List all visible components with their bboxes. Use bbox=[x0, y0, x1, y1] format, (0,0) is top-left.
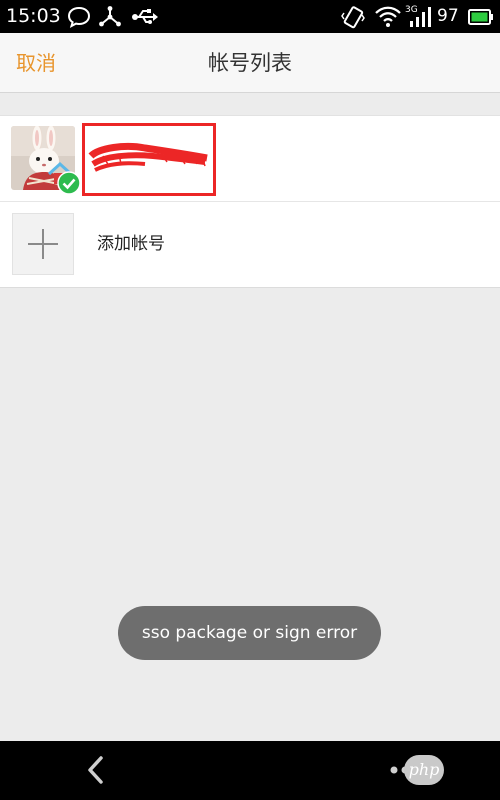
signal-icon bbox=[410, 7, 431, 27]
wifi-icon bbox=[375, 6, 401, 27]
battery-icon bbox=[468, 9, 493, 25]
add-account-button[interactable] bbox=[12, 213, 74, 275]
share-icon bbox=[99, 6, 121, 27]
php-watermark: php bbox=[404, 755, 444, 785]
account-list: 添加帐号 bbox=[0, 115, 500, 288]
toast-message: sso package or sign error bbox=[118, 606, 381, 660]
cancel-button[interactable]: 取消 bbox=[16, 33, 56, 93]
page-title: 帐号列表 bbox=[208, 51, 292, 75]
add-account-row[interactable]: 添加帐号 bbox=[0, 202, 500, 287]
redacted-account-name bbox=[82, 123, 216, 196]
add-account-label: 添加帐号 bbox=[97, 234, 165, 254]
plus-icon bbox=[28, 229, 58, 259]
navigation-bar: php bbox=[0, 741, 500, 800]
chat-bubble-icon bbox=[67, 6, 91, 28]
title-bar: 帐号列表 取消 bbox=[0, 33, 500, 93]
account-row[interactable] bbox=[0, 116, 500, 202]
usb-icon bbox=[132, 9, 158, 24]
status-bar: 15:03 3G 97 bbox=[0, 0, 500, 33]
back-icon[interactable] bbox=[80, 753, 114, 787]
status-time: 15:03 bbox=[6, 5, 61, 27]
check-icon bbox=[57, 171, 81, 195]
vibrate-icon bbox=[341, 6, 365, 29]
battery-level: 97 bbox=[437, 6, 459, 26]
